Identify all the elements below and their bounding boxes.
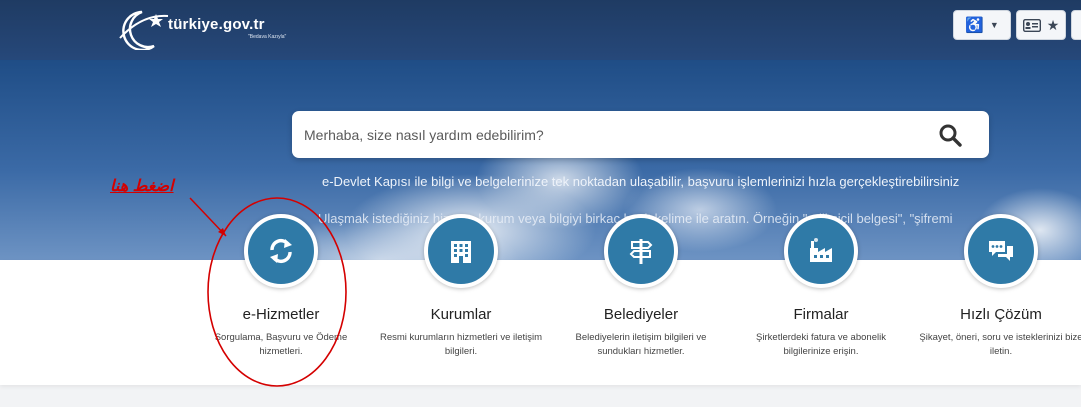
- card-hizli-cozum[interactable]: Hızlı Çözüm Şikayet, öneri, soru ve iste…: [916, 214, 1081, 385]
- card-icon-circle: [424, 214, 498, 288]
- annotation-label: اضغط هنا: [110, 178, 174, 195]
- refresh-icon: [270, 239, 292, 263]
- user-menu-button[interactable]: [1071, 10, 1081, 40]
- card-description: Şirketlerdeki fatura ve abonelik bilgile…: [756, 332, 886, 357]
- accessibility-button[interactable]: ♿ ▼: [953, 10, 1011, 40]
- card-firmalar[interactable]: Firmalar Şirketlerdeki fatura ve aboneli…: [736, 214, 906, 385]
- id-card-icon: [1022, 18, 1041, 32]
- factory-icon: [810, 238, 832, 262]
- service-cards: e-Hizmetler Sorgulama, Başvuru ve Ödeme …: [0, 214, 1081, 385]
- card-title: Kurumlar: [430, 306, 492, 323]
- signpost-icon: [629, 239, 653, 264]
- crescent-star-logo-icon: [119, 10, 169, 50]
- search-icon[interactable]: [938, 123, 962, 147]
- card-icon-circle: [784, 214, 858, 288]
- card-belediyeler[interactable]: Belediyeler Belediyelerin iletişim bilgi…: [556, 214, 726, 385]
- chat-bubbles-icon: [989, 241, 1013, 261]
- star-icon: ★: [1046, 16, 1060, 33]
- card-description: Resmi kurumların hizmetleri ve iletişim …: [379, 332, 543, 357]
- chevron-down-icon: ▼: [989, 20, 999, 30]
- search-box: [292, 111, 989, 158]
- card-icon-circle: [964, 214, 1038, 288]
- logo-tagline: "Bedava Kazıyla": [248, 34, 287, 40]
- hero-banner: [0, 60, 1081, 260]
- card-description: Belediyelerin iletişim bilgileri ve sund…: [575, 332, 707, 357]
- hero-description: e-Devlet Kapısı ile bilgi ve belgelerini…: [322, 174, 960, 189]
- card-e-hizmetler[interactable]: e-Hizmetler Sorgulama, Başvuru ve Ödeme …: [196, 214, 366, 385]
- card-icon-circle: [244, 214, 318, 288]
- site-header: türkiye.gov.tr "Bedava Kazıyla" ♿ ▼ ★: [0, 0, 1081, 60]
- site-logo[interactable]: türkiye.gov.tr "Bedava Kazıyla": [112, 8, 312, 50]
- wheelchair-icon: ♿: [965, 17, 984, 34]
- id-card-favorites-button[interactable]: ★: [1016, 10, 1066, 40]
- card-kurumlar[interactable]: Kurumlar Resmi kurumların hizmetleri ve …: [376, 214, 546, 385]
- card-title: e-Hizmetler: [242, 306, 320, 323]
- logo-text: türkiye.gov.tr: [168, 16, 265, 33]
- card-description: Şikayet, öneri, soru ve isteklerinizi bi…: [919, 332, 1081, 357]
- card-icon-circle: [604, 214, 678, 288]
- building-icon: [451, 241, 471, 263]
- card-title: Hızlı Çözüm: [960, 306, 1042, 323]
- card-title: Belediyeler: [603, 306, 679, 323]
- search-input[interactable]: [304, 120, 904, 150]
- card-description: Sorgulama, Başvuru ve Ödeme hizmetleri.: [214, 332, 348, 357]
- card-title: Firmalar: [793, 306, 849, 323]
